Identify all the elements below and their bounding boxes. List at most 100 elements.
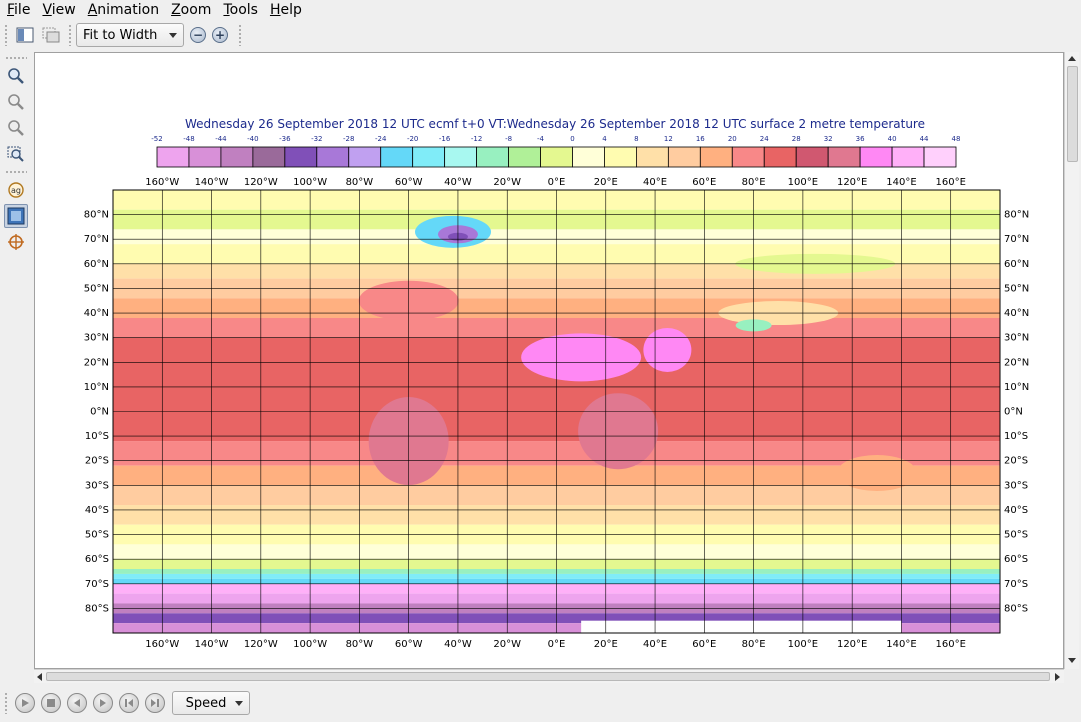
toolbar-grip-3[interactable]: [238, 24, 242, 46]
x-tick-label-top: 160°W: [145, 177, 179, 188]
y-tick-label-right: 0°N: [1004, 407, 1023, 418]
x-tick-label-bottom: 0°E: [548, 639, 566, 650]
zoom-out-button[interactable]: −: [190, 27, 206, 43]
y-tick-label-left: 40°N: [84, 308, 109, 319]
y-tick-label-left: 50°N: [84, 283, 109, 294]
scroll-right-icon[interactable]: [1055, 673, 1060, 681]
step-forward-button[interactable]: [93, 693, 113, 713]
x-tick-label-top: 60°E: [692, 177, 716, 188]
menu-file[interactable]: File: [2, 1, 35, 19]
play-button[interactable]: [15, 693, 35, 713]
first-frame-icon: [125, 699, 133, 707]
menu-view[interactable]: View: [37, 1, 80, 19]
layout-button[interactable]: [40, 24, 62, 46]
legend-tick-label: -8: [505, 135, 512, 143]
sidebar-grip[interactable]: [5, 56, 27, 60]
layer-view-tool[interactable]: [4, 204, 28, 228]
horizontal-scroll-thumb[interactable]: [46, 672, 1050, 681]
y-tick-label-left: 60°N: [84, 259, 109, 270]
animation-toolbar: Speed: [0, 684, 1081, 722]
legend-tick-label: 4: [602, 135, 607, 143]
x-tick-label-top: 100°W: [293, 177, 327, 188]
menu-animation[interactable]: Animation: [83, 1, 164, 19]
legend-swatch: [188, 146, 222, 168]
y-tick-label-right: 70°N: [1004, 234, 1029, 245]
legend-tick-label: 44: [920, 135, 929, 143]
horizontal-scrollbar[interactable]: [34, 669, 1064, 683]
panel-icon: [16, 27, 34, 43]
y-tick-label-right: 60°N: [1004, 259, 1029, 270]
plot-title: Wednesday 26 September 2018 12 UTC ecmf …: [185, 117, 925, 131]
zoom-reset-tool[interactable]: [4, 116, 28, 140]
legend-swatch: [508, 146, 541, 168]
x-tick-label-bottom: 100°E: [788, 639, 818, 650]
x-tick-label-top: 140°W: [195, 177, 229, 188]
legend-tick-label: -28: [343, 135, 354, 143]
play-icon: [22, 699, 29, 707]
x-tick-label-top: 40°E: [643, 177, 667, 188]
y-tick-label-right: 30°S: [1004, 480, 1028, 491]
x-tick-label-top: 80°E: [742, 177, 766, 188]
legend-tick-label: 24: [760, 135, 769, 143]
legend-swatch: [572, 146, 605, 168]
cursor-data-tool[interactable]: [4, 230, 28, 254]
y-tick-label-left: 30°S: [85, 480, 109, 491]
legend-tick-label: 16: [696, 135, 705, 143]
legend-swatch: [923, 146, 957, 168]
last-frame-button[interactable]: [145, 693, 165, 713]
legend-tick-label: 48: [952, 135, 961, 143]
toolbar-grip-2[interactable]: [68, 24, 72, 46]
scroll-left-icon[interactable]: [37, 673, 42, 681]
x-tick-label-top: 120°E: [837, 177, 867, 188]
y-tick-label-right: 10°S: [1004, 431, 1028, 442]
stop-button[interactable]: [41, 693, 61, 713]
sidebar-grip-2[interactable]: [5, 170, 27, 174]
legend-swatch: [252, 146, 286, 168]
legend-swatch: [220, 146, 254, 168]
y-tick-label-left: 30°N: [84, 333, 109, 344]
legend-tick-label: -20: [407, 135, 418, 143]
menu-bar: File View Animation Zoom Tools Help: [0, 0, 1081, 20]
plot-canvas[interactable]: Wednesday 26 September 2018 12 UTC ecmf …: [34, 52, 1064, 669]
menu-tools[interactable]: Tools: [218, 1, 263, 19]
animation-grip[interactable]: [4, 692, 8, 714]
step-back-button[interactable]: [67, 693, 87, 713]
map-plot[interactable]: Wednesday 26 September 2018 12 UTC ecmf …: [35, 53, 1063, 668]
x-tick-label-top: 0°E: [548, 177, 566, 188]
y-tick-label-left: 70°S: [85, 579, 109, 590]
x-tick-label-top: 40°W: [444, 177, 472, 188]
vertical-scroll-thumb[interactable]: [1067, 66, 1078, 162]
legend-tick-label: -44: [215, 135, 227, 143]
legend-tick-label: 20: [728, 135, 737, 143]
chevron-down-icon: [235, 701, 243, 706]
legend-swatch: [476, 146, 509, 168]
magnifier-tool[interactable]: ag: [4, 178, 28, 202]
y-tick-label-left: 80°N: [84, 210, 109, 221]
x-tick-label-top: 160°E: [936, 177, 966, 188]
zoom-in-button[interactable]: +: [212, 27, 228, 43]
legend-swatch: [444, 146, 478, 168]
vertical-scrollbar[interactable]: [1064, 52, 1079, 669]
sidebar-toggle-button[interactable]: [14, 24, 36, 46]
scroll-up-icon[interactable]: [1068, 56, 1076, 61]
legend-swatch: [859, 146, 893, 168]
step-forward-icon: [100, 699, 106, 707]
menu-zoom[interactable]: Zoom: [166, 1, 216, 19]
zoom-fit-select[interactable]: Fit to Width: [76, 23, 184, 47]
toolbar-grip[interactable]: [4, 24, 8, 46]
first-frame-button[interactable]: [119, 693, 139, 713]
cursor-data-icon: [8, 234, 24, 250]
x-tick-label-bottom: 80°W: [346, 639, 374, 650]
zoom-in-tool[interactable]: [4, 64, 28, 88]
zoom-out-tool[interactable]: [4, 90, 28, 114]
x-tick-label-bottom: 20°E: [594, 639, 618, 650]
y-tick-label-left: 10°N: [84, 382, 109, 393]
legend-tick-label: 12: [664, 135, 673, 143]
zoom-window-tool[interactable]: [4, 142, 28, 166]
menu-help[interactable]: Help: [265, 1, 307, 19]
legend-swatch: [412, 146, 446, 168]
y-tick-label-right: 50°N: [1004, 283, 1029, 294]
speed-select[interactable]: Speed: [172, 691, 250, 715]
y-tick-label-left: 0°N: [90, 407, 109, 418]
scroll-down-icon[interactable]: [1068, 658, 1076, 663]
